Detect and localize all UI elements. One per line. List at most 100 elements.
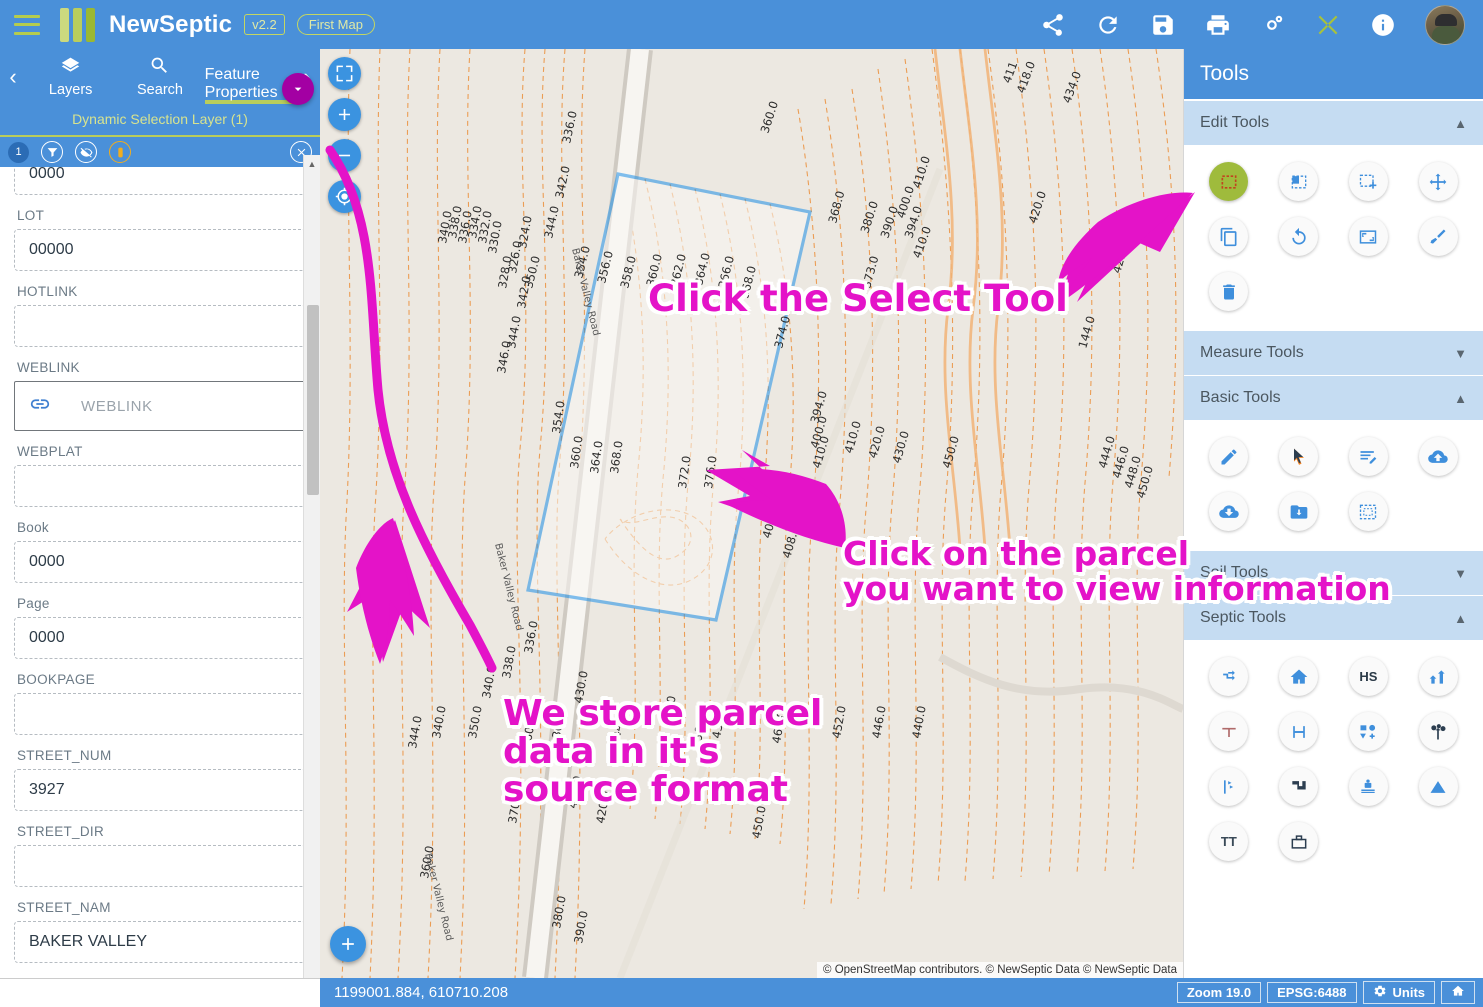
scroll-up-arrow[interactable]: ▲ <box>304 155 320 172</box>
sidebar-scrollbar[interactable]: ▲ ▼ <box>303 155 320 1007</box>
map-canvas[interactable]: 360.0 336.0 342.0 344.0 368.0 373.0 418.… <box>320 49 1183 978</box>
funnel-filter-icon[interactable] <box>41 141 63 163</box>
select-by-shape-icon[interactable] <box>1279 162 1319 201</box>
triangle-marker-icon[interactable] <box>1418 767 1458 806</box>
field-street-dir-label: STREET_DIR <box>17 824 105 839</box>
field-hotlink[interactable] <box>14 305 306 347</box>
septic-line-icon[interactable] <box>1209 657 1249 696</box>
edit-list-icon[interactable] <box>1348 437 1388 476</box>
hs-label-icon[interactable]: HS <box>1348 657 1388 696</box>
epsg-code-box[interactable]: EPSG:6488 <box>1267 982 1357 1003</box>
move-tool-icon[interactable] <box>1418 162 1458 201</box>
map-graphics: 360.0 336.0 342.0 344.0 368.0 373.0 418.… <box>320 49 1183 978</box>
select-tool-icon[interactable] <box>1209 162 1249 201</box>
fullscreen-icon[interactable] <box>328 57 361 90</box>
status-bar-right: Zoom 19.0 EPSG:6488 Units <box>1176 981 1475 1004</box>
selection-count-badge: 1 <box>8 141 29 163</box>
probe-icon[interactable] <box>1209 767 1249 806</box>
house-arrows-icon[interactable] <box>1418 657 1458 696</box>
select-box-icon[interactable] <box>1348 492 1388 531</box>
field-street-dir[interactable] <box>14 845 306 887</box>
units-button[interactable]: Units <box>1362 981 1435 1004</box>
cursor-pointer-icon[interactable] <box>1279 437 1319 476</box>
resize-tool-icon[interactable] <box>1348 217 1388 256</box>
app-title: NewSeptic <box>109 10 233 38</box>
cw-pipe-icon[interactable] <box>1279 767 1319 806</box>
home-button[interactable] <box>1441 981 1475 1004</box>
annotation-click-parcel: Click on the parcel you want to view inf… <box>843 536 1391 608</box>
house-icon[interactable] <box>1279 657 1319 696</box>
distance-measure-icon[interactable] <box>1279 712 1319 751</box>
expand-properties-fab[interactable] <box>282 73 314 105</box>
basket-icon[interactable] <box>1279 822 1319 861</box>
map-coordinates: 1199001.884, 610710.208 <box>334 984 509 1001</box>
sidebar-tab-search-label: Search <box>137 82 183 98</box>
zoom-in-icon[interactable] <box>328 98 361 131</box>
highlight-marker-icon[interactable] <box>109 141 131 163</box>
pump-icon[interactable] <box>1348 767 1388 806</box>
sidebar-tab-feature-properties[interactable]: Feature Properties <box>204 49 294 104</box>
info-icon[interactable] <box>1370 12 1396 38</box>
chevron-down-icon: ▼ <box>1454 345 1467 361</box>
folder-download-icon[interactable] <box>1279 492 1319 531</box>
tt-label-icon[interactable]: TT <box>1209 822 1249 861</box>
locate-help-icon[interactable] <box>328 180 361 213</box>
scrollbar-thumb[interactable] <box>307 305 319 495</box>
tank-t-icon[interactable] <box>1209 712 1249 751</box>
user-avatar[interactable] <box>1425 4 1465 45</box>
cloud-upload-icon[interactable] <box>1418 437 1458 476</box>
section-edit-tools[interactable]: Edit Tools ▲ <box>1184 101 1483 146</box>
copy-tool-icon[interactable] <box>1209 217 1249 256</box>
map-name-badge[interactable]: First Map <box>296 14 375 35</box>
field-bookpage[interactable] <box>14 693 306 735</box>
field-book-label: Book <box>17 520 49 535</box>
field-street-nam[interactable]: BAKER VALLEY <box>14 921 306 963</box>
tools-hammer-icon[interactable] <box>1315 12 1341 38</box>
field-webplat-label: WEBPLAT <box>17 444 83 459</box>
field-page[interactable]: 0000 <box>14 617 306 659</box>
field-webplat[interactable] <box>14 465 306 507</box>
field-street-num[interactable]: 3927 <box>14 769 306 811</box>
zoom-level-box[interactable]: Zoom 19.0 <box>1176 982 1262 1003</box>
clear-brush-icon[interactable] <box>1418 217 1458 256</box>
sidebar-tab-feature-properties-label: Feature Properties <box>204 65 278 101</box>
eye-hidden-icon[interactable] <box>75 141 97 163</box>
field-weblink[interactable]: WEBLINK <box>14 381 306 431</box>
field-lot[interactable]: 00000 <box>14 229 306 271</box>
annotation-click-parcel-line2: you want to view information <box>843 568 1391 608</box>
share-icon[interactable] <box>1040 12 1066 38</box>
cloud-download-icon[interactable] <box>1209 492 1249 531</box>
field-book[interactable]: 0000 <box>14 541 306 583</box>
section-basic-tools-label: Basic Tools <box>1200 389 1281 406</box>
save-icon[interactable] <box>1150 12 1176 38</box>
map-add-button[interactable] <box>330 926 366 962</box>
add-selection-icon[interactable] <box>1348 162 1388 201</box>
settings-gear-icon[interactable] <box>1260 12 1286 38</box>
field-top-partial[interactable]: 0000 <box>14 167 306 195</box>
chevron-up-icon: ▲ <box>1454 610 1467 626</box>
link-chain-icon <box>29 393 51 420</box>
app-header: NewSeptic v2.2 First Map <box>0 0 1483 49</box>
home-icon <box>1451 984 1465 1001</box>
sidebar-tab-search[interactable]: Search <box>115 49 204 104</box>
tree-marker-icon[interactable] <box>1418 712 1458 751</box>
annotation-click-select-tool: Click the Select Tool <box>648 277 1068 320</box>
feature-properties-form: 0000 LOT 00000 HOTLINK WEBLINK WEBLINK W… <box>0 167 320 1007</box>
section-measure-tools[interactable]: Measure Tools ▼ <box>1184 331 1483 376</box>
print-icon[interactable] <box>1205 12 1231 38</box>
map-controls <box>328 57 361 213</box>
field-weblink-label: WEBLINK <box>17 360 80 375</box>
zoom-out-icon[interactable] <box>328 139 361 172</box>
rotate-tool-icon[interactable] <box>1279 217 1319 256</box>
field-weblink-placeholder: WEBLINK <box>81 397 153 415</box>
sidebar-prev-arrow[interactable]: ‹ <box>0 49 26 104</box>
sidebar-tab-layers[interactable]: Layers <box>26 49 115 104</box>
shapes-add-icon[interactable] <box>1348 712 1388 751</box>
refresh-icon[interactable] <box>1095 12 1121 38</box>
basic-tools-grid <box>1184 421 1483 551</box>
delete-trash-icon[interactable] <box>1209 272 1249 311</box>
section-basic-tools[interactable]: Basic Tools ▲ <box>1184 376 1483 421</box>
pencil-edit-icon[interactable] <box>1209 437 1249 476</box>
hamburger-menu-icon[interactable] <box>14 14 40 35</box>
chevron-down-icon: ▼ <box>1454 565 1467 581</box>
